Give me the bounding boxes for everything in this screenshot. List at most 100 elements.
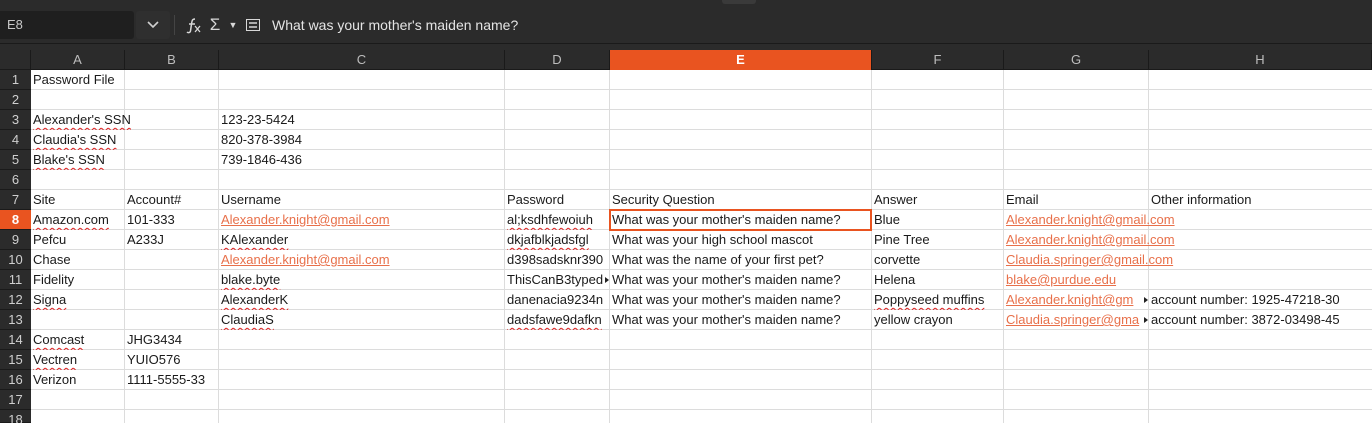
- select-all-corner[interactable]: [0, 50, 31, 70]
- row-header[interactable]: 5: [0, 150, 31, 170]
- cell-e11[interactable]: What was your mother's maiden name?: [610, 270, 871, 290]
- cell-a10[interactable]: Chase: [31, 250, 124, 270]
- name-box-dropdown[interactable]: [136, 11, 170, 39]
- cell-g13[interactable]: Claudia.springer@gma: [1004, 310, 1144, 330]
- cell-g7[interactable]: Email: [1004, 190, 1148, 210]
- cell-d10[interactable]: d398sadsknr390: [505, 250, 609, 270]
- cell-a14[interactable]: Comcast: [31, 330, 124, 350]
- cell-h7[interactable]: Other information: [1149, 190, 1372, 210]
- row-header[interactable]: 4: [0, 130, 31, 150]
- function-wizard-icon[interactable]: [183, 11, 203, 39]
- cell-d13[interactable]: dadsfawe9dafkn: [505, 310, 609, 330]
- sum-icon[interactable]: Σ: [206, 11, 224, 39]
- dropdown-arrow-icon[interactable]: ▼: [227, 11, 239, 39]
- cell-e13[interactable]: What was your mother's maiden name?: [610, 310, 871, 330]
- cell-a9[interactable]: Pefcu: [31, 230, 124, 250]
- row-header[interactable]: 6: [0, 170, 31, 190]
- cell-c3[interactable]: 123-23-5424: [219, 110, 504, 130]
- column-headers: A B C D E F G H: [0, 50, 1372, 70]
- name-box[interactable]: E8: [0, 11, 134, 39]
- cell-c9[interactable]: KAlexander: [219, 230, 504, 250]
- cell-a15[interactable]: Vectren: [31, 350, 124, 370]
- text-overflow-indicator: [605, 277, 609, 283]
- row-header[interactable]: 15: [0, 350, 31, 370]
- cell-d8[interactable]: al;ksdhfewoiuh: [505, 210, 609, 230]
- cell-b8[interactable]: 101-333: [125, 210, 218, 230]
- cell-b14[interactable]: JHG3434: [125, 330, 218, 350]
- text-overflow-indicator: [1144, 297, 1148, 303]
- row-header[interactable]: 2: [0, 90, 31, 110]
- cell-c4[interactable]: 820-378-3984: [219, 130, 504, 150]
- row-header[interactable]: 17: [0, 390, 31, 410]
- spreadsheet-grid[interactable]: Password File Alexander's SSN 123-23-542…: [31, 70, 1372, 423]
- cell-h12[interactable]: account number: 1925-47218-30: [1149, 290, 1372, 310]
- cell-a12[interactable]: Signa: [31, 290, 124, 310]
- row-header[interactable]: 1: [0, 70, 31, 90]
- cell-a5[interactable]: Blake's SSN: [31, 150, 217, 170]
- column-header-f[interactable]: F: [872, 50, 1004, 70]
- cell-f12[interactable]: Poppyseed muffins: [872, 290, 1003, 310]
- row-header-active[interactable]: 8: [0, 210, 31, 230]
- formula-input[interactable]: What was your mother's maiden name?: [272, 11, 518, 39]
- cell-g9[interactable]: Alexander.knight@gmail.com: [1004, 230, 1372, 250]
- cell-f9[interactable]: Pine Tree: [872, 230, 1003, 250]
- cell-g10[interactable]: Claudia.springer@gmail.com: [1004, 250, 1372, 270]
- cell-e8[interactable]: What was your mother's maiden name?: [610, 210, 871, 230]
- column-header-c[interactable]: C: [219, 50, 505, 70]
- cell-f10[interactable]: corvette: [872, 250, 1003, 270]
- cell-d7[interactable]: Password: [505, 190, 609, 210]
- cell-f7[interactable]: Answer: [872, 190, 1003, 210]
- cell-b16[interactable]: 1111-5555-33: [125, 370, 218, 390]
- cell-c13[interactable]: ClaudiaS: [219, 310, 504, 330]
- column-header-h[interactable]: H: [1149, 50, 1372, 70]
- row-header[interactable]: 9: [0, 230, 31, 250]
- cell-f8[interactable]: Blue: [872, 210, 1003, 230]
- row-header[interactable]: 7: [0, 190, 31, 210]
- cell-g11[interactable]: blake@purdue.edu: [1004, 270, 1148, 290]
- cell-d11[interactable]: ThisCanB3typed: [505, 270, 605, 290]
- cell-f13[interactable]: yellow crayon: [872, 310, 1003, 330]
- column-header-g[interactable]: G: [1004, 50, 1149, 70]
- cell-g12[interactable]: Alexander.knight@gm: [1004, 290, 1144, 310]
- cell-c10[interactable]: Alexander.knight@gmail.com: [219, 250, 504, 270]
- column-header-e[interactable]: E: [610, 50, 872, 70]
- row-header[interactable]: 18: [0, 410, 31, 423]
- cell-e9[interactable]: What was your high school mascot: [610, 230, 871, 250]
- cell-h13[interactable]: account number: 3872-03498-45: [1149, 310, 1372, 330]
- formula-icon[interactable]: [244, 11, 262, 39]
- cell-a1[interactable]: Password File: [31, 70, 311, 90]
- formula-bar-separator: [174, 15, 175, 35]
- cell-c12[interactable]: AlexanderK: [219, 290, 504, 310]
- column-header-b[interactable]: B: [125, 50, 219, 70]
- cell-f11[interactable]: Helena: [872, 270, 1003, 290]
- cell-c5[interactable]: 739-1846-436: [219, 150, 504, 170]
- cell-a8[interactable]: Amazon.com: [31, 210, 124, 230]
- column-header-a[interactable]: A: [31, 50, 125, 70]
- cell-a16[interactable]: Verizon: [31, 370, 124, 390]
- cell-a3[interactable]: Alexander's SSN: [31, 110, 217, 130]
- gridline: [31, 369, 1372, 370]
- column-header-d[interactable]: D: [505, 50, 610, 70]
- row-header[interactable]: 3: [0, 110, 31, 130]
- cell-a7[interactable]: Site: [31, 190, 124, 210]
- cell-d12[interactable]: danenacia9234n: [505, 290, 609, 310]
- row-header[interactable]: 12: [0, 290, 31, 310]
- cell-e7[interactable]: Security Question: [610, 190, 871, 210]
- cell-b7[interactable]: Account#: [125, 190, 218, 210]
- cell-c7[interactable]: Username: [219, 190, 504, 210]
- cell-a4[interactable]: Claudia's SSN: [31, 130, 217, 150]
- cell-g8[interactable]: Alexander.knight@gmail.com: [1004, 210, 1372, 230]
- cell-d9[interactable]: dkjafblkjadsfgl: [505, 230, 609, 250]
- row-header[interactable]: 13: [0, 310, 31, 330]
- row-header[interactable]: 10: [0, 250, 31, 270]
- row-header[interactable]: 14: [0, 330, 31, 350]
- cell-b15[interactable]: YUIO576: [125, 350, 218, 370]
- cell-c8[interactable]: Alexander.knight@gmail.com: [219, 210, 504, 230]
- cell-e10[interactable]: What was the name of your first pet?: [610, 250, 871, 270]
- cell-c11[interactable]: blake.byte: [219, 270, 504, 290]
- row-header[interactable]: 16: [0, 370, 31, 390]
- cell-e12[interactable]: What was your mother's maiden name?: [610, 290, 871, 310]
- cell-a11[interactable]: Fidelity: [31, 270, 124, 290]
- cell-b9[interactable]: A233J: [125, 230, 218, 250]
- row-header[interactable]: 11: [0, 270, 31, 290]
